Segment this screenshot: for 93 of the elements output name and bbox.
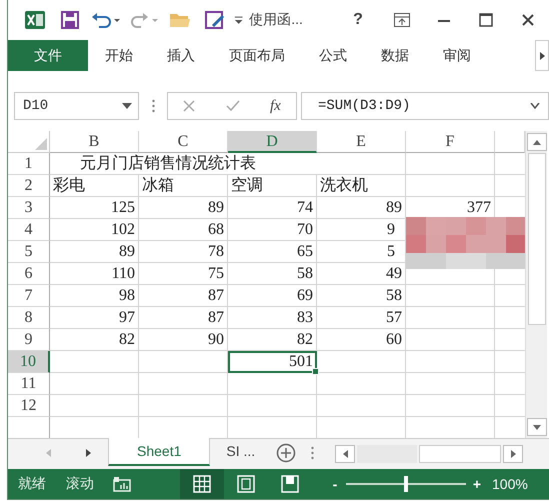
- table-cell: 83: [228, 307, 317, 330]
- ribbon-tab[interactable]: 页面布局: [212, 40, 302, 72]
- table-cell: 89: [317, 197, 406, 220]
- status-text: 滚动: [65, 474, 95, 493]
- row-header[interactable]: 3: [8, 197, 50, 220]
- table-cell: 元月门店销售情况统计表: [50, 153, 406, 176]
- table-cell: 58: [317, 285, 406, 308]
- scroll-up-icon[interactable]: [532, 140, 540, 145]
- formula-input[interactable]: =SUM(D3:D9): [301, 92, 549, 120]
- table-cell: 60: [317, 329, 406, 352]
- ribbon-display-options-icon[interactable]: [394, 12, 410, 27]
- scroll-left-icon[interactable]: [342, 450, 348, 458]
- save-icon[interactable]: [60, 10, 79, 29]
- table-cell: 89: [50, 241, 139, 264]
- ribbon-scroll-button[interactable]: [535, 40, 549, 72]
- insert-function-button[interactable]: fx: [270, 98, 281, 115]
- zoom-level[interactable]: 100%: [492, 476, 528, 492]
- column-header[interactable]: E: [317, 131, 406, 154]
- row-header[interactable]: 6: [8, 263, 50, 286]
- ribbon-tab[interactable]: 文件: [8, 40, 88, 72]
- table-cell: 空调: [228, 175, 317, 198]
- row-header[interactable]: 2: [8, 175, 50, 198]
- zoom-out-button[interactable]: -: [328, 476, 342, 492]
- ribbon-tab[interactable]: 插入: [150, 40, 212, 72]
- table-cell: 110: [50, 263, 139, 286]
- table-cell: 82: [50, 329, 139, 352]
- table-cell: 125: [50, 197, 139, 220]
- window-title: 使用函...: [249, 10, 304, 29]
- table-cell: 58: [228, 263, 317, 286]
- vertical-scrollbar[interactable]: [525, 131, 547, 438]
- table-cell: 74: [228, 197, 317, 220]
- row-header[interactable]: 8: [8, 307, 50, 330]
- row-header[interactable]: 4: [8, 219, 50, 242]
- table-cell: 90: [139, 329, 228, 352]
- next-sheet-icon[interactable]: [86, 449, 90, 458]
- table-cell: 65: [228, 241, 317, 264]
- sheet-tab[interactable]: SI ...: [210, 438, 272, 464]
- right-arrow-icon: [540, 52, 544, 60]
- table-cell: 彩电: [50, 175, 139, 198]
- row-header[interactable]: 10: [8, 351, 50, 374]
- ribbon-tab[interactable]: 开始: [88, 40, 150, 72]
- table-cell: 97: [50, 307, 139, 330]
- table-cell: 冰箱: [139, 175, 228, 198]
- table-cell: 87: [139, 285, 228, 308]
- ribbon-tab[interactable]: 审阅: [426, 40, 488, 72]
- table-cell: 89: [139, 197, 228, 220]
- table-cell: 78: [139, 241, 228, 264]
- table-cell: 洗衣机: [317, 175, 406, 198]
- vertical-dots-icon: [152, 99, 154, 114]
- row-header[interactable]: 12: [8, 395, 50, 418]
- ribbon-tab[interactable]: 数据: [364, 40, 426, 72]
- column-header[interactable]: F: [406, 131, 495, 154]
- page-break-view-icon: [281, 474, 299, 493]
- vertical-dots-icon: [310, 446, 314, 460]
- excel-logo-icon[interactable]: [25, 10, 46, 29]
- table-cell: 70: [228, 219, 317, 242]
- table-cell: 68: [139, 219, 228, 242]
- row-header[interactable]: 7: [8, 285, 50, 308]
- table-cell: 69: [228, 285, 317, 308]
- expand-caret-icon: [530, 103, 540, 110]
- close-icon[interactable]: [520, 12, 535, 27]
- horizontal-scrollbar[interactable]: [335, 445, 524, 464]
- check-icon[interactable]: [226, 100, 240, 112]
- row-header[interactable]: 1: [8, 153, 50, 176]
- scroll-down-icon[interactable]: [532, 424, 540, 430]
- help-button[interactable]: ?: [335, 10, 381, 29]
- table-cell: 75: [139, 263, 228, 286]
- column-header[interactable]: B: [50, 131, 139, 154]
- table-cell: 102: [50, 219, 139, 242]
- sheet-tab[interactable]: Sheet1: [108, 438, 210, 466]
- table-cell: 98: [50, 285, 139, 308]
- undo-icon[interactable]: [90, 10, 121, 29]
- maximize-icon[interactable]: [478, 12, 493, 27]
- normal-view-icon: [193, 474, 211, 493]
- table-cell: 501: [228, 351, 317, 374]
- table-cell: 49: [317, 263, 406, 286]
- zoom-slider-thumb[interactable]: [404, 476, 408, 492]
- dropdown-caret-icon: [122, 103, 132, 110]
- table-cell: 87: [139, 307, 228, 330]
- name-box[interactable]: D10: [14, 92, 139, 120]
- macro-record-icon[interactable]: [113, 476, 131, 492]
- fill-handle[interactable]: [312, 368, 319, 376]
- table-cell: 57: [317, 307, 406, 330]
- add-sheet-icon[interactable]: [276, 443, 296, 464]
- column-header[interactable]: D: [228, 131, 317, 154]
- view-button[interactable]: [180, 468, 224, 499]
- row-header[interactable]: 5: [8, 241, 50, 264]
- page-layout-view-icon: [237, 474, 255, 493]
- status-text: 就绪: [17, 474, 47, 493]
- zoom-in-button[interactable]: +: [470, 476, 484, 492]
- row-header[interactable]: 11: [8, 373, 50, 396]
- scroll-right-icon[interactable]: [510, 450, 516, 458]
- ribbon-tab[interactable]: 公式: [302, 40, 364, 72]
